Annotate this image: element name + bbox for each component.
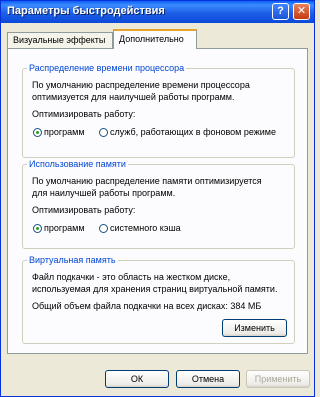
tab-advanced[interactable]: Дополнительно bbox=[113, 29, 197, 49]
memory-optimize-label: Оптимизировать работу: bbox=[32, 205, 136, 215]
memory-description-line2: для наилучшей работы программ. bbox=[32, 188, 176, 198]
memory-option-programs-label[interactable]: программ bbox=[44, 223, 85, 233]
apply-button[interactable]: Применить bbox=[246, 370, 310, 388]
change-virtual-memory-button[interactable]: Изменить bbox=[222, 319, 287, 337]
memory-radio-programs[interactable] bbox=[33, 224, 42, 233]
processor-scheduling-group: Распределение времени процессора По умол… bbox=[22, 63, 295, 158]
processor-radio-programs[interactable] bbox=[33, 128, 42, 137]
processor-optimize-label: Оптимизировать работу: bbox=[32, 109, 136, 119]
processor-description-line1: По умолчанию распределение времени проце… bbox=[32, 80, 250, 90]
help-icon[interactable]: ? bbox=[272, 3, 289, 20]
ok-button[interactable]: ОК bbox=[105, 370, 169, 388]
tab-visual-effects[interactable]: Визуальные эффекты bbox=[7, 32, 113, 48]
processor-description-line2: оптимизуется для наилучшей работы програ… bbox=[32, 92, 235, 102]
processor-scheduling-title: Распределение времени процессора bbox=[27, 63, 187, 73]
virtual-memory-group: Виртуальная память Файл подкачки - это о… bbox=[22, 255, 295, 344]
memory-usage-group: Использование памяти По умолчанию распре… bbox=[22, 159, 295, 249]
performance-options-dialog: Параметры быстродействия ? ✕ Визуальные … bbox=[0, 0, 315, 397]
memory-usage-title: Использование памяти bbox=[27, 159, 128, 169]
processor-radio-background-services[interactable] bbox=[99, 128, 108, 137]
title-bar[interactable]: Параметры быстродействия ? ✕ bbox=[1, 1, 314, 23]
virtual-memory-description-line2: используемая для хранения страниц виртуа… bbox=[32, 284, 278, 294]
close-icon[interactable]: ✕ bbox=[293, 3, 310, 20]
processor-option-background-label[interactable]: служб, работающих в фоновом режиме bbox=[110, 127, 276, 137]
cancel-button[interactable]: Отмена bbox=[176, 370, 240, 388]
window-title: Параметры быстродействия bbox=[7, 5, 165, 17]
virtual-memory-description-line1: Файл подкачки - это область на жестком д… bbox=[32, 272, 231, 282]
memory-radio-system-cache[interactable] bbox=[99, 224, 108, 233]
tab-panel-advanced: Распределение времени процессора По умол… bbox=[7, 48, 308, 354]
memory-description-line1: По умолчанию распределение памяти оптими… bbox=[32, 176, 262, 186]
virtual-memory-title: Виртуальная память bbox=[27, 255, 118, 265]
processor-option-programs-label[interactable]: программ bbox=[44, 127, 85, 137]
memory-option-system-cache-label[interactable]: системного кэша bbox=[110, 223, 181, 233]
paging-file-total-size: Общий объем файла подкачки на всех диска… bbox=[32, 301, 262, 311]
